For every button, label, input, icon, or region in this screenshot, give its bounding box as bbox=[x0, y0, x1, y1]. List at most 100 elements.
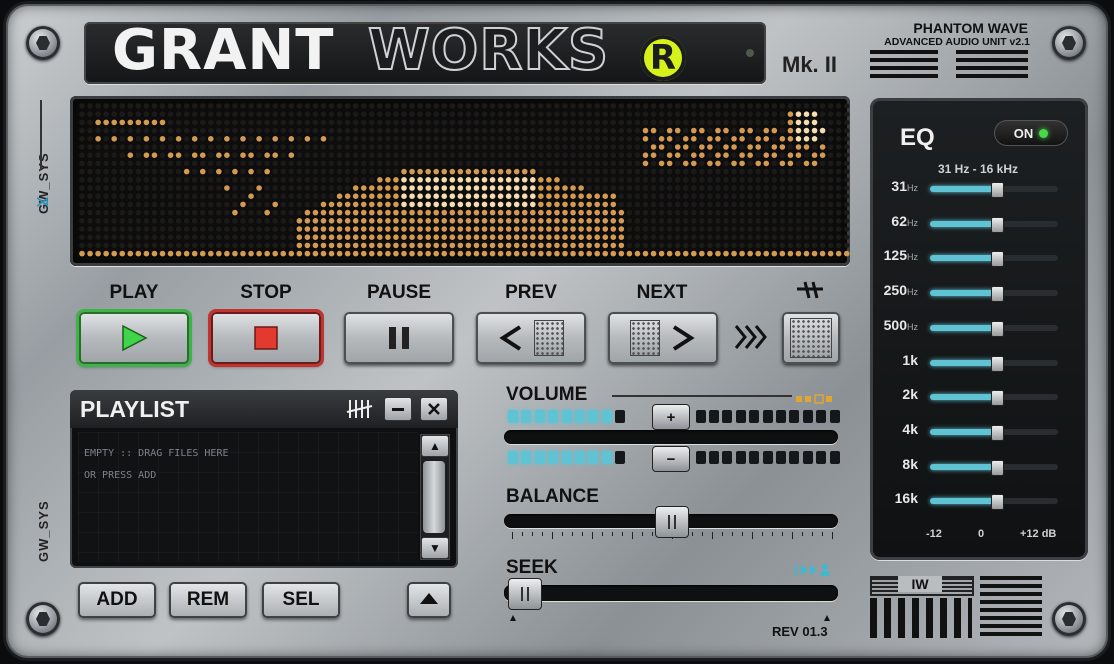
play-button[interactable] bbox=[79, 312, 189, 364]
matrix-dot bbox=[369, 168, 375, 175]
matrix-dot bbox=[119, 127, 126, 134]
matrix-dot bbox=[433, 209, 440, 216]
matrix-dot bbox=[167, 160, 174, 167]
matrix-dot bbox=[288, 119, 295, 126]
next-button[interactable] bbox=[608, 312, 718, 364]
matrix-dot bbox=[135, 152, 142, 158]
matrix-dot bbox=[691, 127, 697, 134]
matrix-dot bbox=[159, 127, 166, 134]
matrix-dot bbox=[95, 177, 101, 183]
matrix-dot bbox=[562, 226, 568, 232]
eq-band-value: 31 bbox=[891, 178, 907, 194]
pause-button[interactable] bbox=[344, 312, 454, 364]
matrix-dot bbox=[167, 103, 174, 109]
add-button[interactable]: ADD bbox=[78, 582, 156, 618]
balance-slider-thumb[interactable] bbox=[655, 506, 689, 538]
matrix-dot bbox=[272, 144, 278, 150]
matrix-dot bbox=[562, 209, 568, 216]
matrix-dot bbox=[224, 111, 230, 117]
eq-band-knob[interactable] bbox=[990, 424, 1004, 441]
matrix-dot bbox=[159, 185, 166, 191]
eq-band-knob[interactable] bbox=[990, 182, 1004, 198]
matrix-dot bbox=[401, 250, 407, 257]
seek-label: SEEK bbox=[506, 557, 558, 578]
matrix-dot bbox=[393, 103, 399, 109]
matrix-dot bbox=[819, 209, 826, 216]
matrix-dot bbox=[208, 136, 214, 142]
minimize-button[interactable] bbox=[384, 397, 412, 421]
scroll-up-button[interactable]: ▲ bbox=[421, 435, 449, 457]
eq-title: EQ bbox=[900, 124, 935, 151]
matrix-dot bbox=[835, 103, 842, 109]
close-button[interactable] bbox=[420, 397, 448, 421]
matrix-dot bbox=[650, 168, 657, 175]
matrix-dot bbox=[602, 193, 609, 199]
matrix-dot bbox=[554, 152, 560, 158]
prev-button[interactable] bbox=[476, 312, 586, 364]
matrix-dot bbox=[747, 209, 753, 216]
matrix-dot bbox=[232, 160, 238, 167]
eq-band-knob[interactable] bbox=[990, 355, 1004, 372]
matrix-dot bbox=[433, 201, 440, 208]
remove-button[interactable]: REM bbox=[169, 582, 247, 618]
matrix-dot bbox=[240, 136, 246, 142]
matrix-dot bbox=[771, 193, 778, 199]
matrix-dot bbox=[481, 111, 488, 117]
matrix-dot bbox=[264, 250, 270, 257]
matrix-dot bbox=[280, 250, 287, 257]
seek-slider-thumb[interactable] bbox=[508, 578, 542, 610]
matrix-dot bbox=[505, 218, 512, 224]
shuffle-button[interactable] bbox=[782, 312, 840, 364]
matrix-dot bbox=[135, 234, 142, 240]
eject-button[interactable] bbox=[407, 582, 451, 618]
select-button[interactable]: SEL bbox=[262, 582, 340, 618]
playlist-scrollbar[interactable]: ▲ ▼ bbox=[420, 434, 450, 560]
volume-down-knob[interactable]: − bbox=[652, 446, 690, 472]
product-subtitle: ADVANCED AUDIO UNIT v2.1 bbox=[884, 36, 1030, 48]
matrix-dot bbox=[135, 136, 142, 142]
matrix-dot bbox=[87, 209, 93, 216]
matrix-dot bbox=[320, 177, 327, 183]
matrix-dot bbox=[666, 209, 673, 216]
eq-band-knob[interactable] bbox=[990, 286, 1004, 303]
eq-band-knob[interactable] bbox=[990, 390, 1004, 407]
seek-track[interactable] bbox=[504, 585, 838, 601]
matrix-dot bbox=[87, 152, 93, 158]
matrix-dot bbox=[538, 103, 544, 109]
volume-track[interactable] bbox=[504, 430, 838, 444]
eq-band-knob[interactable] bbox=[990, 459, 1004, 476]
matrix-dot bbox=[119, 201, 126, 208]
matrix-dot bbox=[216, 119, 222, 126]
eq-band-knob[interactable] bbox=[990, 251, 1004, 268]
matrix-dot bbox=[457, 185, 464, 191]
scroll-down-button[interactable]: ▼ bbox=[421, 537, 449, 559]
balance-tick bbox=[592, 532, 593, 539]
matrix-dot bbox=[755, 250, 761, 257]
balance-tick bbox=[532, 532, 533, 536]
matrix-dot bbox=[199, 152, 206, 158]
matrix-dot bbox=[715, 201, 721, 208]
matrix-dot bbox=[691, 168, 697, 175]
matrix-dot bbox=[505, 242, 512, 249]
eq-band-fill bbox=[930, 324, 997, 331]
matrix-dot bbox=[731, 103, 737, 109]
matrix-dot bbox=[304, 234, 311, 240]
matrix-dot bbox=[377, 185, 383, 191]
scroll-thumb[interactable] bbox=[423, 461, 445, 533]
eq-band-knob[interactable] bbox=[990, 494, 1004, 511]
eq-band-knob[interactable] bbox=[990, 216, 1004, 233]
matrix-dot bbox=[465, 226, 472, 232]
matrix-dot bbox=[199, 218, 206, 224]
matrix-dot bbox=[546, 152, 552, 158]
matrix-dot bbox=[159, 111, 166, 117]
eq-band-knob[interactable] bbox=[990, 320, 1004, 337]
matrix-dot bbox=[626, 136, 633, 142]
matrix-dot bbox=[578, 111, 584, 117]
matrix-dot bbox=[779, 168, 786, 175]
matrix-dot bbox=[779, 193, 786, 199]
matrix-dot bbox=[457, 127, 464, 134]
stop-button[interactable] bbox=[211, 312, 321, 364]
matrix-dot bbox=[248, 201, 254, 208]
volume-up-knob[interactable]: + bbox=[652, 404, 690, 430]
eq-power-toggle[interactable]: ON bbox=[994, 120, 1068, 146]
